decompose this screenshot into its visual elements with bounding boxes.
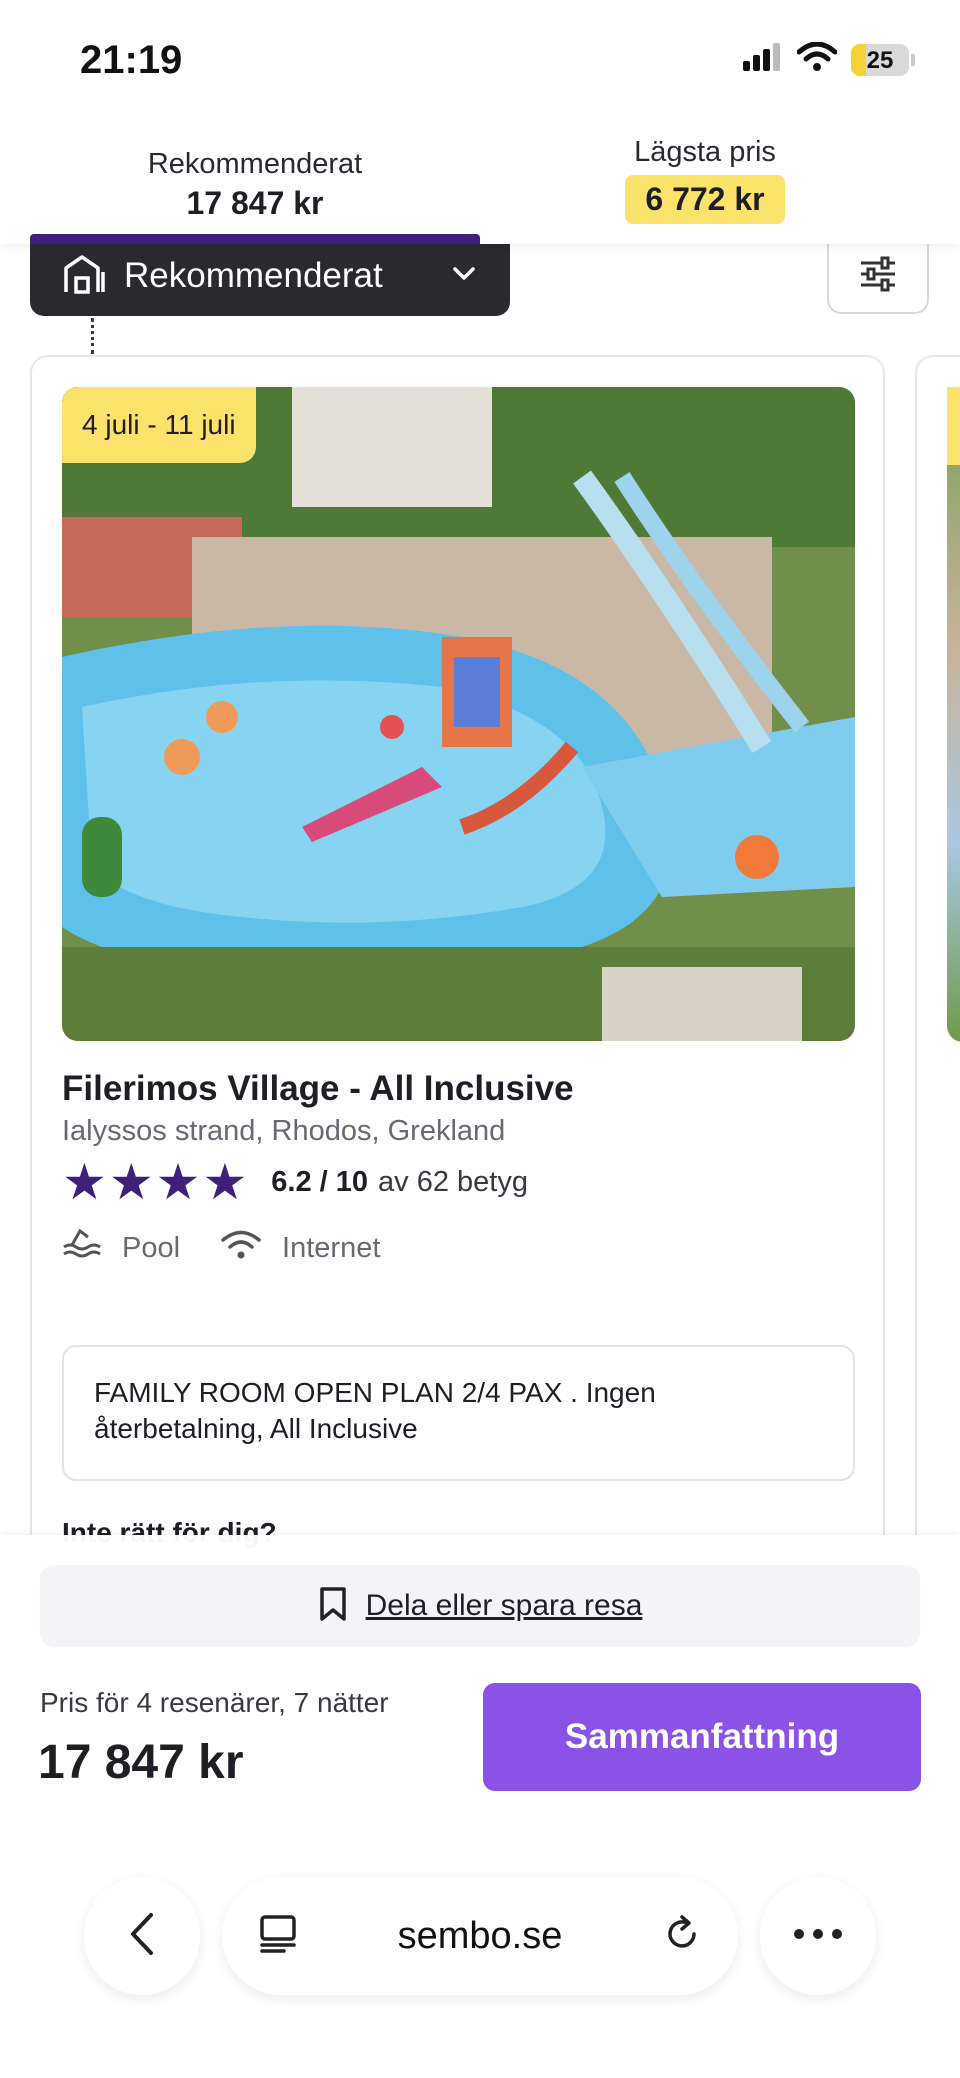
pool-icon — [62, 1227, 122, 1269]
tab-recommended-price: 17 847 kr — [186, 185, 324, 221]
signal-icon — [743, 43, 783, 76]
hotel-card[interactable]: 4 juli - 11 juli Filerimos Village - All… — [30, 355, 885, 1655]
amenities-list: Pool Internet — [62, 1227, 420, 1269]
battery-level: 25 — [866, 46, 894, 74]
review-count: av 62 betyg — [378, 1165, 528, 1198]
hotel-photo[interactable]: 4 juli - 11 juli — [62, 387, 855, 1041]
chevron-left-icon — [127, 1911, 157, 1962]
chevron-down-icon — [452, 266, 476, 287]
sort-dropdown-label: Rekommenderat — [124, 256, 383, 295]
amenity-internet-label: Internet — [282, 1231, 381, 1264]
status-icons: 25 — [743, 41, 915, 77]
tab-lowest-price-value: 6 772 kr — [625, 175, 785, 224]
reload-icon[interactable] — [662, 1914, 702, 1959]
bookmark-icon — [318, 1586, 348, 1627]
status-bar: 21:19 25 — [0, 0, 960, 120]
hotel-location: Ialyssos strand, Rhodos, Grekland — [62, 1115, 506, 1147]
battery-icon: 25 — [851, 43, 915, 76]
building-icon — [62, 254, 106, 299]
amenity-pool: Pool — [62, 1227, 180, 1269]
rating-row: ★★★★ 6.2 / 10 av 62 betyg — [62, 1157, 528, 1207]
more-button[interactable] — [760, 1877, 876, 1995]
sort-dropdown[interactable]: Rekommenderat — [30, 236, 510, 316]
address-bar[interactable]: sembo.se — [222, 1877, 738, 1995]
share-save-button[interactable]: Dela eller spara resa — [40, 1565, 920, 1647]
browser-toolbar: sembo.se — [0, 1855, 960, 2078]
next-hotel-card[interactable] — [915, 355, 960, 1655]
review-score: 6.2 / 10 — [271, 1165, 369, 1198]
wifi-icon — [796, 41, 838, 77]
next-date-badge — [947, 387, 960, 465]
tab-lowest-price-label: Lägsta pris — [634, 136, 776, 168]
tab-recommended[interactable]: Rekommenderat 17 847 kr — [30, 148, 480, 222]
room-option[interactable]: FAMILY ROOM OPEN PLAN 2/4 PAX . Ingen åt… — [62, 1345, 855, 1481]
tab-lowest-price[interactable]: Lägsta pris 6 772 kr — [510, 136, 900, 224]
url-text: sembo.se — [397, 1914, 563, 1957]
sliders-icon — [858, 256, 898, 297]
summary-button[interactable]: Sammanfattning — [483, 1683, 921, 1791]
star-rating: ★★★★ — [62, 1154, 250, 1210]
active-tab-indicator — [30, 234, 480, 244]
total-price: 17 847 kr — [38, 1736, 244, 1789]
timeline-connector — [91, 318, 94, 354]
wifi-icon — [220, 1228, 282, 1268]
next-hotel-photo — [947, 387, 960, 1042]
share-save-label: Dela eller spara resa — [365, 1589, 643, 1622]
back-button[interactable] — [84, 1877, 200, 1995]
hotel-name[interactable]: Filerimos Village - All Inclusive — [62, 1069, 574, 1109]
tabs-icon — [258, 1914, 298, 1959]
amenity-pool-label: Pool — [122, 1231, 181, 1264]
amenity-internet: Internet — [220, 1228, 380, 1268]
more-dots-icon — [793, 1927, 843, 1945]
price-caption: Pris för 4 resenärer, 7 nätter — [40, 1687, 389, 1718]
date-badge: 4 juli - 11 juli — [62, 387, 256, 463]
tab-recommended-label: Rekommenderat — [147, 148, 363, 180]
sort-tabs: Rekommenderat 17 847 kr Lägsta pris 6 77… — [0, 120, 960, 244]
status-time: 21:19 — [80, 38, 183, 82]
filter-button[interactable] — [827, 240, 929, 314]
